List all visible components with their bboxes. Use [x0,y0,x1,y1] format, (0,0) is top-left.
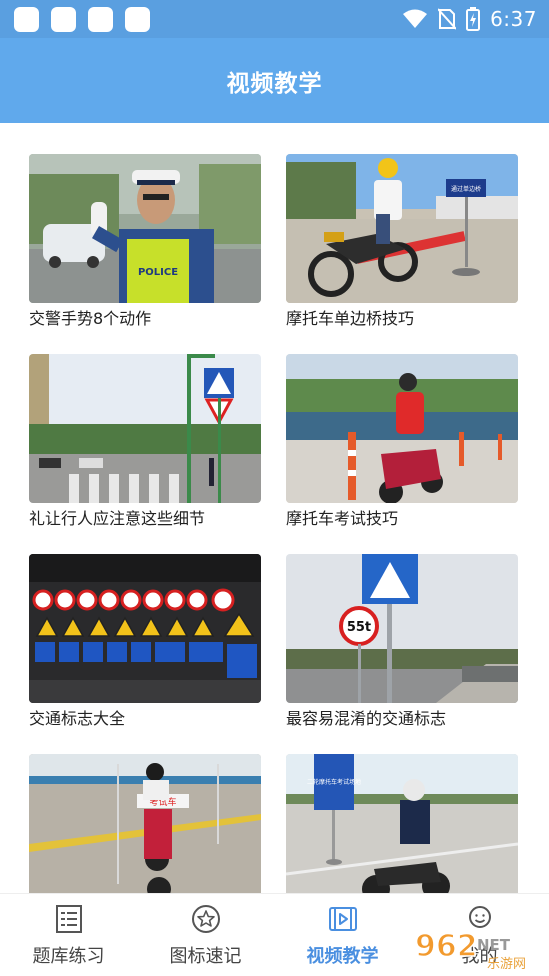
video-icon [328,907,357,931]
app-header: 视频教学 [0,38,549,123]
police-vest-text: POLICE [138,267,178,278]
tab-icon-memo[interactable]: 图标速记 [137,894,274,976]
list-icon [55,905,82,933]
sign-text: 55t [347,620,371,635]
video-thumbnail[interactable] [286,354,518,503]
tab-label: 题库练习 [32,946,105,967]
video-title[interactable]: 礼让行人应注意这些细节 [29,509,261,529]
video-grid: POLICE 交警手势8个动作 通过单边桥 摩托车单边桥技巧 礼让行人应注意这些… [0,123,549,893]
video-card[interactable]: 交通标志大全 [29,554,261,729]
site-watermark: 962 NET 乐游网 [414,928,526,972]
video-thumbnail[interactable]: POLICE [29,154,261,303]
status-indicators: 6:37 [402,0,537,38]
notification-icon [125,7,150,32]
video-card[interactable]: 礼让行人应注意这些细节 [29,354,261,529]
video-thumbnail[interactable]: 55t [286,554,518,703]
video-title[interactable]: 摩托车考试技巧 [286,509,518,529]
status-bar: 6:37 [0,0,549,38]
sign-text: 通过单边桥 [451,185,481,193]
video-thumbnail[interactable]: 二轮摩托车考试场地 [286,754,518,893]
notification-icon [88,7,113,32]
app-root: 6:37 视频教学 POLICE 交警手势8个动作 通过单边桥 摩托车单边桥技巧… [0,0,549,976]
watermark-net: NET [477,936,511,954]
tab-label: 视频教学 [306,946,379,967]
notification-icon [14,7,39,32]
page-title: 视频教学 [226,70,323,97]
watermark-site: 乐游网 [487,957,526,972]
video-title[interactable]: 交警手势8个动作 [29,309,261,329]
battery-icon [466,7,481,31]
video-card[interactable]: 55t 最容易混淆的交通标志 [286,554,518,729]
video-title[interactable]: 摩托车单边桥技巧 [286,309,518,329]
video-thumbnail[interactable] [29,554,261,703]
video-card[interactable]: 摩托车考试技巧 [286,354,518,529]
video-thumbnail[interactable] [29,354,261,503]
notification-icon [51,7,76,32]
status-time: 6:37 [490,7,537,31]
video-title[interactable]: 交通标志大全 [29,709,261,729]
video-card[interactable]: 二轮摩托车考试场地 [286,754,518,893]
tab-label: 图标速记 [169,946,242,967]
no-sim-icon [438,8,457,30]
video-thumbnail[interactable]: 考试车 [29,754,261,893]
watermark-number: 962 [415,929,478,964]
video-card[interactable]: POLICE 交警手势8个动作 [29,154,261,329]
wifi-icon [403,9,428,28]
video-thumbnail[interactable]: 通过单边桥 [286,154,518,303]
tab-video-teaching[interactable]: 视频教学 [274,894,411,976]
video-card[interactable]: 考试车 [29,754,261,893]
video-card[interactable]: 通过单边桥 摩托车单边桥技巧 [286,154,518,329]
tab-question-bank[interactable]: 题库练习 [0,894,137,976]
video-title[interactable]: 最容易混淆的交通标志 [286,709,518,729]
sign-text: 二轮摩托车考试场地 [307,778,361,786]
star-icon [191,905,220,933]
